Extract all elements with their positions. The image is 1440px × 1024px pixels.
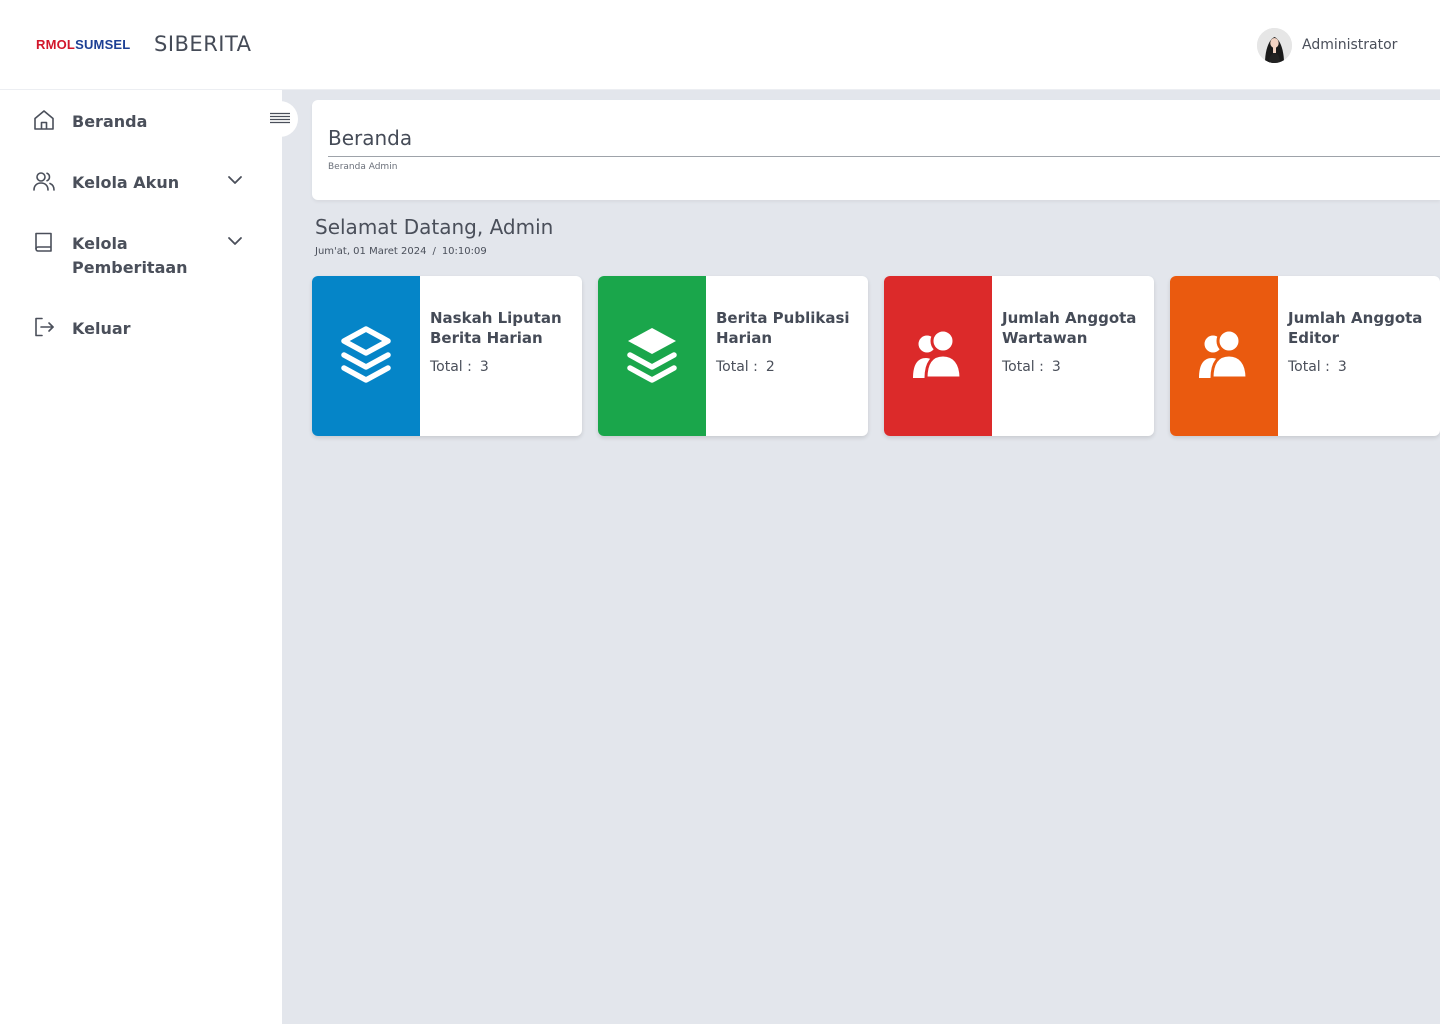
stat-card-color-panel: [884, 276, 992, 436]
welcome-heading: Selamat Datang, Admin: [315, 215, 554, 239]
stat-card-anggota-editor[interactable]: Jumlah Anggota Editor Total : 3: [1170, 276, 1440, 436]
total-label: Total :: [430, 359, 472, 375]
logo-text-part2: SUMSEL: [75, 37, 131, 52]
page-header-card: Beranda Beranda Admin: [312, 100, 1440, 200]
home-icon: [34, 110, 54, 130]
sidebar-item-kelola-akun[interactable]: Kelola Akun: [0, 169, 282, 213]
user-name[interactable]: Administrator: [1302, 37, 1397, 53]
stat-card-total: Total : 3: [1002, 359, 1061, 375]
chevron-down-icon[interactable]: [224, 169, 246, 191]
stat-card-title: Jumlah Anggota Editor: [1288, 309, 1423, 347]
total-value: 2: [765, 359, 775, 375]
logo-text-part1: RMOL: [36, 37, 76, 52]
users-icon: [33, 172, 55, 191]
book-icon: [35, 232, 52, 252]
sidebar-item-label: Kelola Akun: [72, 173, 180, 192]
total-label: Total :: [1002, 359, 1044, 375]
stat-card-title: Berita Publikasi Harian: [716, 309, 850, 347]
stat-card-title: Naskah Liputan Berita Harian: [430, 309, 562, 347]
chevron-down-icon[interactable]: [224, 230, 246, 252]
stat-card-color-panel: [1170, 276, 1278, 436]
sidebar-item-label: Beranda: [72, 112, 148, 131]
sidebar-item-beranda[interactable]: Beranda: [0, 108, 282, 152]
datetime-separator: /: [432, 246, 436, 257]
user-avatar[interactable]: [1257, 28, 1292, 63]
sidebar-item-kelola-pemberitaan[interactable]: Kelola Pemberitaan: [0, 230, 282, 300]
sidebar-item-label: Keluar: [72, 319, 131, 338]
total-label: Total :: [1288, 359, 1330, 375]
layers-icon: [627, 328, 677, 383]
users-icon: [913, 328, 963, 380]
breadcrumb: Beranda Admin: [328, 162, 398, 172]
total-value: 3: [1051, 359, 1061, 375]
stat-card-color-panel: [312, 276, 420, 436]
brand-logo[interactable]: RMOLSUMSEL: [36, 38, 130, 52]
stat-card-color-panel: [598, 276, 706, 436]
page-title: Beranda: [328, 126, 413, 150]
stat-card-title: Jumlah Anggota Wartawan: [1002, 309, 1137, 347]
sidebar-toggle-button[interactable]: [262, 101, 298, 137]
total-label: Total :: [716, 359, 758, 375]
total-value: 3: [479, 359, 489, 375]
sidebar-item-label: Kelola Pemberitaan: [72, 234, 188, 277]
logout-icon: [35, 317, 54, 337]
stat-card-anggota-wartawan[interactable]: Jumlah Anggota Wartawan Total : 3: [884, 276, 1154, 436]
datetime-display: Jum'at, 01 Maret 2024 / 10:10:09: [315, 246, 487, 257]
stat-card-total: Total : 2: [716, 359, 775, 375]
sidebar-item-keluar[interactable]: Keluar: [0, 315, 282, 359]
divider: [328, 156, 1440, 157]
top-header: RMOLSUMSEL SIBERITA Administrator: [0, 0, 1440, 90]
total-value: 3: [1337, 359, 1347, 375]
current-time: 10:10:09: [441, 246, 487, 257]
stat-card-total: Total : 3: [1288, 359, 1347, 375]
menu-icon: [270, 112, 290, 124]
stat-card-total: Total : 3: [430, 359, 489, 375]
current-date: Jum'at, 01 Maret 2024: [315, 246, 427, 257]
sidebar: Beranda Kelola Akun Kelola Pemberitaan K: [0, 90, 282, 1024]
app-title: SIBERITA: [154, 32, 252, 56]
stat-card-naskah-liputan[interactable]: Naskah Liputan Berita Harian Total : 3: [312, 276, 582, 436]
stat-card-berita-publikasi[interactable]: Berita Publikasi Harian Total : 2: [598, 276, 868, 436]
users-icon: [1199, 328, 1249, 380]
layers-icon: [341, 326, 391, 383]
